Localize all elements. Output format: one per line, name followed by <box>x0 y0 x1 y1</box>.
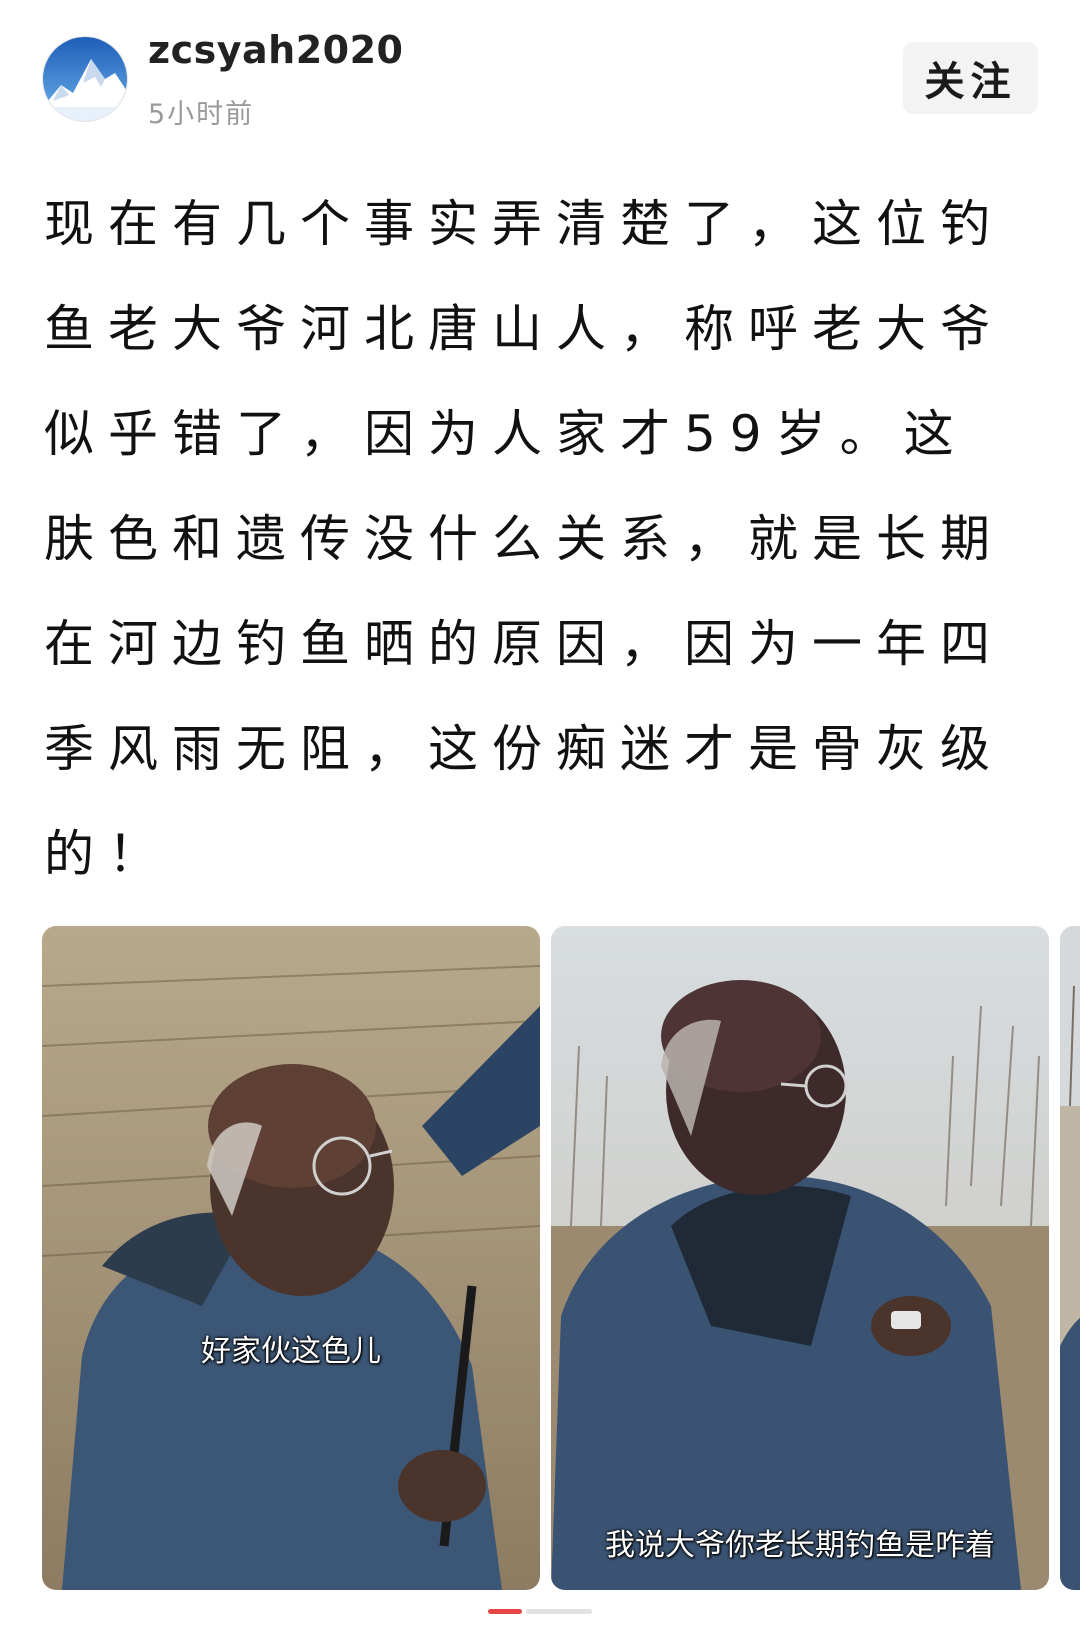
gallery-image-3-partial[interactable] <box>1060 926 1080 1590</box>
mountain-avatar-icon <box>43 37 127 121</box>
post-timestamp: 5小时前 <box>148 99 255 130</box>
gallery-image-2[interactable]: 我说大爷你老长期钓鱼是咋着 <box>551 926 1049 1590</box>
image-gallery[interactable]: 好家伙这色儿 我说大爷你老长期钓鱼是咋着 <box>42 926 1080 1590</box>
follow-button[interactable]: 关注 <box>903 42 1038 114</box>
post-header: zcsyah2020 5小时前 关注 <box>0 0 1080 140</box>
post-body-text: 现在有几个事实弄清楚了，这位钓鱼老大爷河北唐山人，称呼老大爷似乎错了，因为人家才… <box>44 195 1004 883</box>
gallery-page-indicator <box>488 1609 592 1614</box>
image-caption-2: 我说大爷你老长期钓鱼是咋着 <box>605 1528 995 1563</box>
user-avatar[interactable] <box>42 36 128 122</box>
image-caption-1: 好家伙这色儿 <box>201 1334 381 1369</box>
fisherman-photo-1 <box>42 926 540 1590</box>
author-username[interactable]: zcsyah2020 <box>148 28 404 72</box>
indicator-remaining-segment <box>526 1609 592 1614</box>
indicator-active-segment <box>488 1609 522 1614</box>
gallery-image-1[interactable]: 好家伙这色儿 <box>42 926 540 1590</box>
gallery-photo-3-partial <box>1060 926 1080 1590</box>
fisherman-photo-2 <box>551 926 1049 1590</box>
